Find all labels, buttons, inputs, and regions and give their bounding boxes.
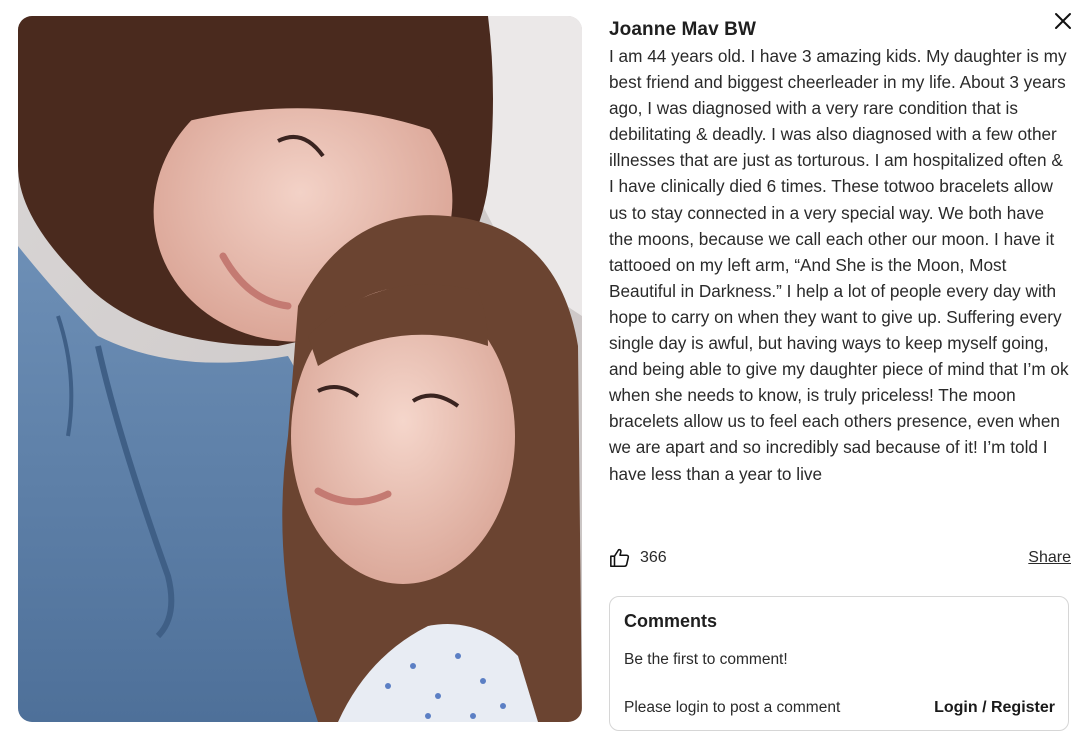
comments-empty-message: Be the first to comment! xyxy=(624,651,788,668)
post-author: Joanne Mav BW xyxy=(609,19,756,40)
like-count: 366 xyxy=(640,549,667,566)
post-photo xyxy=(18,16,582,722)
post-body: I am 44 years old. I have 3 amazing kids… xyxy=(609,46,1069,484)
post-actions: 366 Share xyxy=(609,545,1071,571)
login-register-link[interactable]: Login / Register xyxy=(934,699,1055,717)
post-text-panel: Joanne Mav BW I am 44 years old. I have … xyxy=(609,16,1071,487)
login-prompt: Please login to post a comment xyxy=(624,699,841,716)
comments-section: Comments Be the first to comment! Please… xyxy=(609,596,1069,731)
thumbs-up-icon[interactable] xyxy=(609,547,631,569)
comments-title: Comments xyxy=(624,611,718,631)
share-link[interactable]: Share xyxy=(1028,549,1071,567)
selfie-image xyxy=(18,16,582,722)
